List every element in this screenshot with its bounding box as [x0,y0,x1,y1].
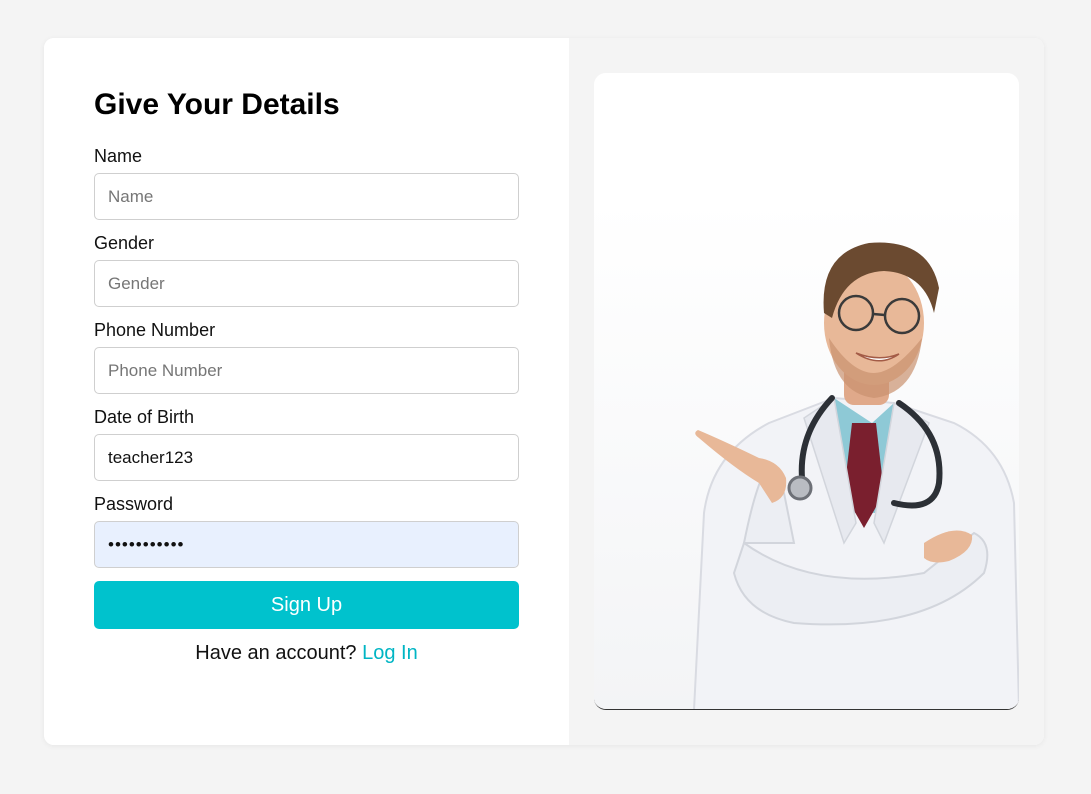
log-in-link[interactable]: Log In [362,642,418,664]
image-pane [569,38,1044,745]
login-prompt: Have an account? Log In [94,641,519,665]
password-field-group: Password [94,494,519,568]
name-input[interactable] [94,173,519,220]
name-field-group: Name [94,146,519,220]
gender-input[interactable] [94,260,519,307]
glasses-bridge [872,312,886,317]
password-input[interactable] [94,521,519,568]
dob-field-group: Date of Birth [94,407,519,481]
phone-input[interactable] [94,347,519,394]
signup-form: Give Your Details Name Gender Phone Numb… [44,38,569,745]
signup-card: Give Your Details Name Gender Phone Numb… [44,38,1044,745]
password-label: Password [94,494,174,514]
gender-label: Gender [94,233,155,253]
sign-up-button[interactable]: Sign Up [94,581,519,629]
dob-label: Date of Birth [94,407,195,427]
phone-label: Phone Number [94,320,216,340]
phone-field-group: Phone Number [94,320,519,394]
doctor-photo [594,73,1019,710]
gender-field-group: Gender [94,233,519,307]
doctor-illustration [594,73,1019,709]
name-label: Name [94,146,143,166]
stethoscope-chestpiece [787,475,813,501]
page-title: Give Your Details [94,88,340,121]
dob-input[interactable] [94,434,519,481]
login-prompt-text: Have an account? [195,642,357,664]
